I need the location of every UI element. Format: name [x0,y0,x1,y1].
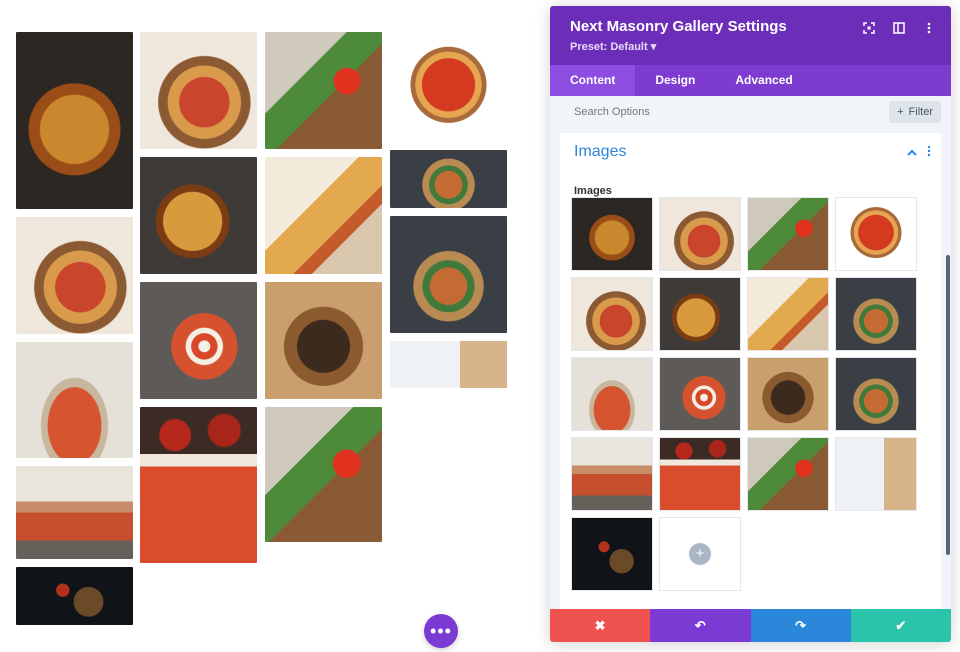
builder-canvas: ••• Next Masonry Gallery Settings Preset… [0,0,960,652]
gallery-image[interactable] [265,157,382,274]
undo-button[interactable]: ↶ [650,609,751,642]
close-icon: ✖ [594,617,606,633]
image-thumb[interactable] [659,357,741,431]
filter-label: Filter [908,105,933,118]
panel-scrollbar[interactable] [946,255,950,555]
focus-icon[interactable] [861,20,877,36]
section-controls [907,145,931,160]
gallery-column-2 [140,32,257,563]
image-thumb[interactable] [571,437,653,511]
gallery-image[interactable] [140,407,257,563]
plus-icon: + [689,543,711,565]
gallery-image[interactable] [140,32,257,149]
cancel-button[interactable]: ✖ [550,609,651,642]
modal-action-bar: ✖ ↶ ↷ ✔ [550,609,951,642]
gallery-image[interactable] [390,216,507,333]
builder-menu-button[interactable]: ••• [424,614,458,648]
search-options-input[interactable] [574,105,824,118]
layout-icon[interactable] [891,20,907,36]
gallery-image[interactable] [265,32,382,149]
add-image-button[interactable]: + [659,517,741,591]
settings-body: Images Images + [550,127,951,609]
gallery-image[interactable] [140,282,257,399]
gallery-image[interactable] [390,341,507,388]
gallery-image[interactable] [16,217,133,334]
images-toggle-section: Images Images + [560,133,941,609]
settings-header: Next Masonry Gallery Settings Preset: De… [550,6,951,65]
filter-button[interactable]: + Filter [889,100,941,123]
image-thumb[interactable] [747,437,829,511]
more-horizontal-icon: ••• [430,620,452,641]
image-thumb[interactable] [835,437,917,511]
tab-content[interactable]: Content [550,65,636,96]
gallery-column-4 [390,32,507,388]
redo-button[interactable]: ↷ [750,609,851,642]
gallery-column-1 [16,32,133,625]
section-title: Images [574,143,627,160]
image-thumb[interactable] [747,357,829,431]
save-button[interactable]: ✔ [850,609,951,642]
gallery-image[interactable] [16,32,133,209]
image-thumb[interactable] [571,277,653,351]
gallery-column-3 [265,32,382,542]
tab-advanced[interactable]: Advanced [715,65,812,96]
image-thumb[interactable] [835,197,917,271]
image-thumb[interactable] [835,277,917,351]
tab-design[interactable]: Design [635,65,715,96]
gallery-image[interactable] [140,157,257,274]
gallery-image[interactable] [16,466,133,559]
image-thumb[interactable] [747,277,829,351]
section-header[interactable]: Images [560,133,941,171]
check-icon: ✔ [895,617,907,633]
gallery-image[interactable] [16,567,133,625]
gallery-image[interactable] [16,342,133,458]
image-picker-grid: + [571,197,917,591]
image-thumb[interactable] [571,357,653,431]
image-thumb[interactable] [747,197,829,271]
preset-selector[interactable]: Preset: Default ▾ [570,40,931,53]
image-thumb[interactable] [571,197,653,271]
chevron-up-icon[interactable] [907,145,917,159]
images-field-label: Images [574,185,612,197]
gallery-image[interactable] [390,150,507,208]
image-thumb[interactable] [571,517,653,591]
more-vertical-icon[interactable] [927,145,931,160]
gallery-image[interactable] [265,407,382,542]
image-thumb[interactable] [835,357,917,431]
settings-modal: Next Masonry Gallery Settings Preset: De… [550,6,951,642]
settings-tabs: Content Design Advanced [550,65,951,96]
more-vertical-icon[interactable] [921,20,937,36]
redo-icon: ↷ [795,617,807,633]
search-bar: + Filter [550,96,951,127]
gallery-image[interactable] [265,282,382,399]
gallery-image[interactable] [390,32,507,142]
image-thumb[interactable] [659,197,741,271]
undo-icon: ↶ [694,617,706,633]
plus-icon: + [897,105,904,118]
image-thumb[interactable] [659,437,741,511]
header-icon-group [861,20,937,36]
image-thumb[interactable] [659,277,741,351]
